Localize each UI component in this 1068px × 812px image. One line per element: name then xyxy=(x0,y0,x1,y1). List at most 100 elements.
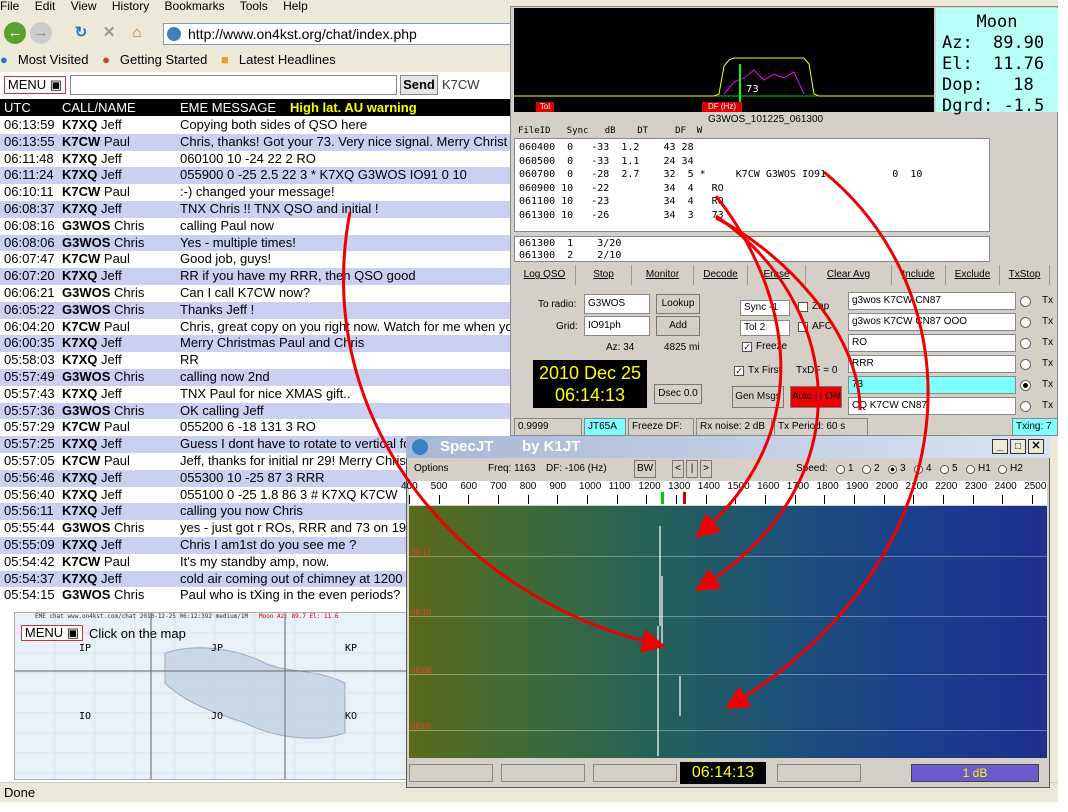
tx-radio-4[interactable] xyxy=(1020,359,1031,370)
chat-callsign[interactable]: G3WOS Chris xyxy=(62,520,177,537)
grid-input[interactable]: IO91ph xyxy=(584,316,650,336)
tx-radio-2[interactable] xyxy=(1020,317,1031,328)
clear-avg-button[interactable]: Clear Avg xyxy=(806,265,892,285)
chat-callsign[interactable]: G3WOS Chris xyxy=(62,218,177,235)
chat-callsign[interactable]: K7XQ Jeff xyxy=(62,167,177,184)
tx-message-4[interactable]: RRR xyxy=(848,355,1016,373)
send-button[interactable]: Send xyxy=(400,75,438,95)
home-icon[interactable]: ⌂ xyxy=(126,22,148,44)
zap-checkbox[interactable] xyxy=(798,302,808,312)
gen-msgs-button[interactable]: Gen Msgs xyxy=(732,386,784,408)
bookmark-most-visited[interactable]: Most Visited xyxy=(18,52,89,67)
to-radio-input[interactable]: G3WOS xyxy=(584,294,650,314)
chat-callsign[interactable]: K7XQ Jeff xyxy=(62,571,177,588)
menu-view[interactable]: View xyxy=(71,0,97,13)
exclude-button[interactable]: Exclude xyxy=(946,265,1000,285)
contrast-slider[interactable] xyxy=(593,764,677,782)
url-input[interactable]: http://www.on4kst.org/chat/index.php xyxy=(163,23,513,45)
tx-message-5[interactable]: 73 xyxy=(848,376,1016,394)
chat-callsign[interactable]: K7XQ Jeff xyxy=(62,151,177,168)
decode-line[interactable]: 061100 10 -23 34 4 RO xyxy=(519,195,985,209)
menu-history[interactable]: History xyxy=(112,0,149,13)
decode-line[interactable]: 060500 0 -33 1.1 24 34 xyxy=(519,155,985,169)
chat-callsign[interactable]: K7CW Paul xyxy=(62,251,177,268)
decoded-text-box[interactable]: 060400 0 -33 1.2 43 28 060500 0 -33 1.1 2… xyxy=(514,138,990,232)
speed-radio-3[interactable] xyxy=(888,465,897,474)
shift-left-button[interactable]: < xyxy=(672,460,684,478)
chat-callsign[interactable]: G3WOS Chris xyxy=(62,285,177,302)
gain-slider[interactable] xyxy=(777,764,861,782)
average-text-box[interactable]: 061300 1 3/20 061300 2 2/10 xyxy=(514,236,990,262)
chat-callsign[interactable]: K7CW Paul xyxy=(62,453,177,470)
menu-file[interactable]: File xyxy=(0,0,19,13)
chat-callsign[interactable]: K7XQ Jeff xyxy=(62,503,177,520)
log-qso-button[interactable]: Log QSO xyxy=(514,265,576,285)
chat-callsign[interactable]: G3WOS Chris xyxy=(62,235,177,252)
tx-radio-5[interactable] xyxy=(1020,380,1031,391)
tx-message-1[interactable]: g3wos K7CW CN87 xyxy=(848,292,1016,310)
tx-radio-1[interactable] xyxy=(1020,296,1031,307)
menu-bookmarks[interactable]: Bookmarks xyxy=(165,0,225,13)
back-icon[interactable]: ← xyxy=(4,22,26,44)
chat-message-input[interactable] xyxy=(70,75,397,95)
sync-field[interactable]: Sync -1 xyxy=(740,300,790,316)
reload-icon[interactable]: ↻ xyxy=(70,22,92,44)
menu-tools[interactable]: Tools xyxy=(240,0,268,13)
center-button[interactable]: | xyxy=(686,460,698,478)
chat-callsign[interactable]: K7XQ Jeff xyxy=(62,470,177,487)
menu-edit[interactable]: Edit xyxy=(35,0,56,13)
maximize-icon[interactable]: □ xyxy=(1010,439,1026,454)
speed-radio-5[interactable] xyxy=(940,465,949,474)
lookup-button[interactable]: Lookup xyxy=(656,294,700,314)
speed-radio-2[interactable] xyxy=(862,465,871,474)
tx-first-checkbox[interactable]: ✓ xyxy=(734,366,744,376)
erase-button[interactable]: Erase xyxy=(748,265,806,285)
chat-callsign[interactable]: K7CW Paul xyxy=(62,319,177,336)
minimize-icon[interactable]: _ xyxy=(992,439,1008,454)
chat-callsign[interactable]: G3WOS Chris xyxy=(62,403,177,420)
menu-help[interactable]: Help xyxy=(283,0,308,13)
decode-line[interactable]: 060400 0 -33 1.2 43 28 xyxy=(519,141,985,155)
stop-button[interactable]: Stop xyxy=(576,265,632,285)
tol-field[interactable]: Tol 2 xyxy=(740,320,790,336)
forward-icon[interactable]: → xyxy=(30,22,52,44)
bookmark-getting-started[interactable]: Getting Started xyxy=(120,52,207,67)
chat-callsign[interactable]: K7XQ Jeff xyxy=(62,436,177,453)
brightness-slider[interactable] xyxy=(501,764,585,782)
decode-line[interactable]: 060900 10 -22 34 4 RO xyxy=(519,182,985,196)
map-menu-button[interactable]: MENU ▣ xyxy=(21,625,83,641)
bw-button[interactable]: BW xyxy=(634,460,656,478)
chat-callsign[interactable]: G3WOS Chris xyxy=(62,587,177,604)
bookmark-latest-headlines[interactable]: Latest Headlines xyxy=(239,52,336,67)
speed-radio-4[interactable] xyxy=(914,465,923,474)
txstop-button[interactable]: TxStop xyxy=(1000,265,1050,285)
freeze-checkbox[interactable]: ✓ xyxy=(742,342,752,352)
chat-callsign[interactable]: K7XQ Jeff xyxy=(62,352,177,369)
decode-line[interactable]: 060700 0 -28 2.7 32 5 * K7CW G3WOS IO91 … xyxy=(519,168,985,182)
tx-message-2[interactable]: g3wos K7CW CN87 OOO xyxy=(848,313,1016,331)
chat-menu-button[interactable]: MENU ▣ xyxy=(4,76,66,94)
chat-callsign[interactable]: K7XQ Jeff xyxy=(62,335,177,352)
chat-callsign[interactable]: K7CW Paul xyxy=(62,554,177,571)
monitor-button[interactable]: Monitor xyxy=(632,265,694,285)
tx-message-3[interactable]: RO xyxy=(848,334,1016,352)
tx-radio-6[interactable] xyxy=(1020,401,1031,412)
auto-is-on-button[interactable]: Auto is ON xyxy=(790,386,842,408)
chat-callsign[interactable]: K7XQ Jeff xyxy=(62,386,177,403)
chat-callsign[interactable]: K7XQ Jeff xyxy=(62,268,177,285)
decode-button[interactable]: Decode xyxy=(694,265,748,285)
add-button[interactable]: Add xyxy=(656,316,700,336)
include-button[interactable]: Include xyxy=(892,265,946,285)
close-icon[interactable]: ✕ xyxy=(1028,439,1044,454)
options-menu[interactable]: Options xyxy=(414,463,448,474)
decode-line[interactable]: 061300 10 -26 34 3 73 xyxy=(519,209,985,223)
zero-slider[interactable] xyxy=(409,764,493,782)
afc-checkbox[interactable] xyxy=(798,322,808,332)
chat-callsign[interactable]: K7CW Paul xyxy=(62,419,177,436)
chat-callsign[interactable]: G3WOS Chris xyxy=(62,369,177,386)
locator-map[interactable]: EME chat www.on4kst.com/chat 2010-12-25 … xyxy=(14,612,410,780)
speed-radio-1[interactable] xyxy=(836,465,845,474)
stop-icon[interactable]: ✕ xyxy=(98,22,120,44)
tx-radio-3[interactable] xyxy=(1020,338,1031,349)
chat-callsign[interactable]: K7XQ Jeff xyxy=(62,117,177,134)
